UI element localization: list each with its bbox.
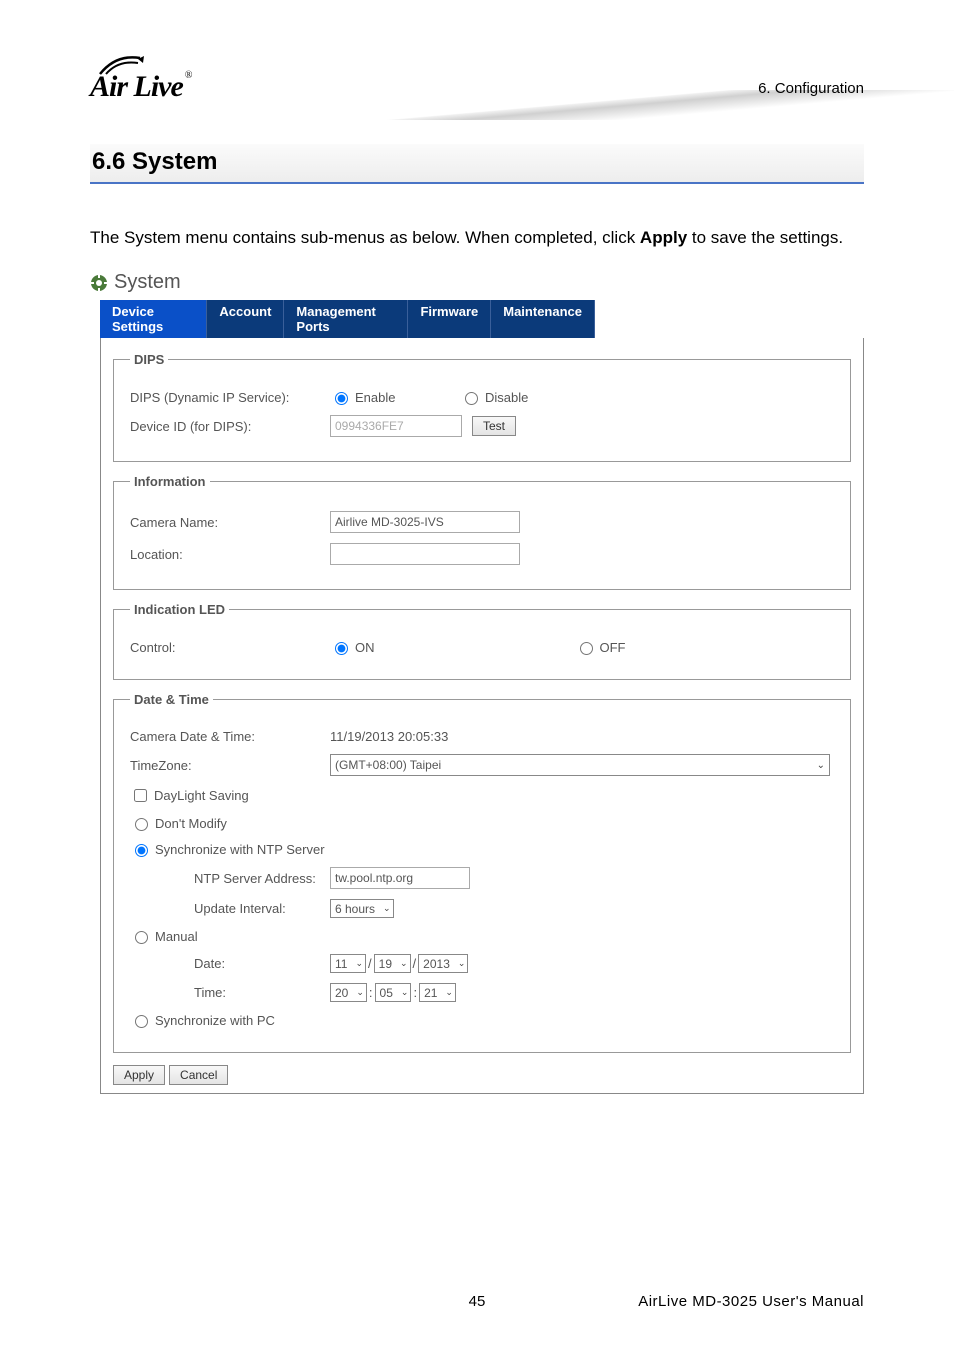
- location-input[interactable]: [330, 543, 520, 565]
- device-id-field: 0994336FE7: [330, 415, 462, 437]
- date-day-select[interactable]: 19⌄: [374, 954, 411, 973]
- date-year-select[interactable]: 2013⌄: [418, 954, 468, 973]
- information-legend: Information: [130, 474, 210, 489]
- date-time-fieldset: Date & Time Camera Date & Time: 11/19/20…: [113, 692, 851, 1053]
- sync-ntp-radio[interactable]: Synchronize with NTP Server: [130, 841, 325, 857]
- tab-firmware[interactable]: Firmware: [408, 300, 491, 338]
- footer-doc-title: AirLive MD-3025 User's Manual: [606, 1293, 864, 1310]
- tab-maintenance[interactable]: Maintenance: [491, 300, 595, 338]
- cancel-button[interactable]: Cancel: [169, 1065, 228, 1085]
- indication-led-fieldset: Indication LED Control: ON OFF: [113, 602, 851, 680]
- ntp-address-label: NTP Server Address:: [130, 871, 330, 886]
- chapter-label: 6. Configuration: [758, 80, 864, 97]
- sync-pc-radio[interactable]: Synchronize with PC: [130, 1012, 275, 1028]
- apply-button[interactable]: Apply: [113, 1065, 165, 1085]
- dips-service-label: DIPS (Dynamic IP Service):: [130, 390, 330, 405]
- device-id-label: Device ID (for DIPS):: [130, 419, 330, 434]
- tab-management-ports[interactable]: Management Ports: [284, 300, 408, 338]
- dips-fieldset: DIPS DIPS (Dynamic IP Service): Enable D…: [113, 352, 851, 462]
- location-label: Location:: [130, 547, 330, 562]
- indication-led-legend: Indication LED: [130, 602, 229, 617]
- test-button[interactable]: Test: [472, 416, 516, 436]
- camera-datetime-value: 11/19/2013 20:05:33: [330, 729, 448, 744]
- device-settings-panel: DIPS DIPS (Dynamic IP Service): Enable D…: [100, 338, 864, 1094]
- time-min-select[interactable]: 05⌄: [375, 983, 412, 1002]
- led-off-radio[interactable]: OFF: [575, 639, 626, 655]
- intro-paragraph: The System menu contains sub-menus as be…: [90, 224, 864, 251]
- section-heading: 6.6 System: [90, 144, 864, 184]
- date-month-select[interactable]: 11⌄: [330, 954, 366, 973]
- daylight-saving-checkbox[interactable]: DayLight Saving: [130, 786, 249, 805]
- tab-device-settings[interactable]: Device Settings: [100, 300, 207, 338]
- dips-enable-radio[interactable]: Enable: [330, 389, 450, 405]
- tab-account[interactable]: Account: [207, 300, 284, 338]
- chevron-down-icon: ⌄: [817, 760, 825, 771]
- manual-radio[interactable]: Manual: [130, 928, 198, 944]
- registered-icon: ®: [185, 70, 192, 81]
- system-title: System: [114, 271, 181, 294]
- system-tabs: Device Settings Account Management Ports…: [100, 300, 595, 338]
- time-hour-select[interactable]: 20⌄: [330, 983, 367, 1002]
- brand-logo: Air Live®: [90, 50, 191, 104]
- timezone-label: TimeZone:: [130, 758, 330, 773]
- dips-disable-radio[interactable]: Disable: [460, 389, 528, 405]
- manual-time-label: Time:: [130, 985, 330, 1000]
- date-time-legend: Date & Time: [130, 692, 213, 707]
- update-interval-label: Update Interval:: [130, 901, 330, 916]
- led-control-label: Control:: [130, 640, 330, 655]
- page-number: 45: [348, 1293, 606, 1310]
- manual-date-label: Date:: [130, 956, 330, 971]
- dips-legend: DIPS: [130, 352, 168, 367]
- update-interval-select[interactable]: 6 hours⌄: [330, 899, 394, 918]
- ntp-address-input[interactable]: [330, 867, 470, 889]
- led-on-radio[interactable]: ON: [330, 639, 375, 655]
- system-gear-icon: [90, 274, 108, 292]
- time-sec-select[interactable]: 21⌄: [419, 983, 456, 1002]
- dont-modify-radio[interactable]: Don't Modify: [130, 815, 227, 831]
- camera-datetime-label: Camera Date & Time:: [130, 729, 330, 744]
- chevron-down-icon: ⌄: [383, 903, 391, 914]
- camera-name-input[interactable]: [330, 511, 520, 533]
- logo-text: Air Live: [90, 70, 183, 103]
- information-fieldset: Information Camera Name: Location:: [113, 474, 851, 590]
- timezone-select[interactable]: (GMT+08:00) Taipei ⌄: [330, 754, 830, 776]
- camera-name-label: Camera Name:: [130, 515, 330, 530]
